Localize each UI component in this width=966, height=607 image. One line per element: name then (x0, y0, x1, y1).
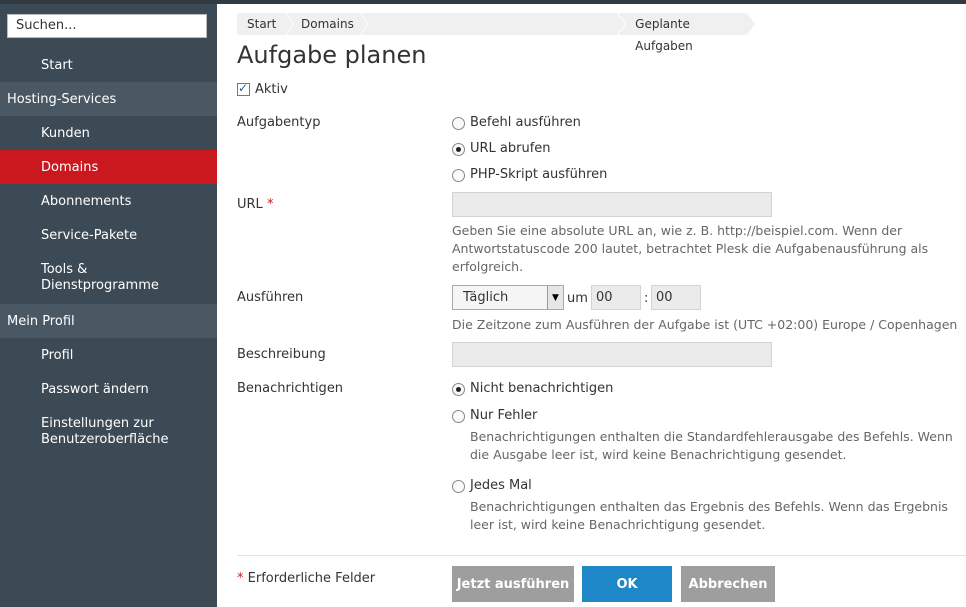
active-label: Aktiv (255, 82, 288, 97)
sidebar-item-label: Passwort ändern (41, 381, 149, 397)
sidebar-item-kunden[interactable]: Kunden (0, 116, 217, 150)
divider (237, 555, 966, 556)
required-fields-text: Erforderliche Felder (247, 571, 376, 586)
required-mark: * (266, 197, 274, 212)
sidebar-item-domains[interactable]: Domains (0, 150, 217, 184)
breadcrumb-domains[interactable]: Domains (287, 13, 369, 35)
page-title: Aufgabe planen (237, 41, 427, 69)
breadcrumb-scheduled-tasks[interactable]: Geplante Aufgaben (619, 13, 756, 53)
sidebar-nav: Start Hosting-Services Kunden Domains Ab… (0, 48, 217, 458)
ok-button[interactable]: OK (582, 566, 672, 602)
sidebar-item-label: Einstellungen zur Benutzeroberfläche (41, 416, 169, 447)
breadcrumb-start[interactable]: Start (237, 13, 294, 35)
notify-errors-radio[interactable] (452, 410, 465, 423)
frequency-value: Täglich (463, 290, 509, 305)
notify-always-hint: Benachrichtigungen enthalten das Ergebni… (470, 499, 948, 532)
sidebar-section-hosting: Hosting-Services (0, 82, 217, 116)
notify-errors-hint: Benachrichtigungen enthalten die Standar… (470, 429, 953, 462)
sidebar-item-passwort[interactable]: Passwort ändern (0, 372, 217, 406)
description-input[interactable] (452, 342, 772, 367)
main-content: Start Domains Geplante Aufgaben Aufgabe … (217, 4, 966, 607)
sidebar-item-label: Service-Pakete (41, 227, 138, 243)
required-fields-note: * Erforderliche Felder (237, 571, 375, 586)
notify-errors-label: Nur Fehler (470, 408, 538, 423)
sidebar-item-label: Tools & Dienstprogramme (41, 262, 159, 293)
sidebar-item-start[interactable]: Start (0, 48, 217, 82)
sidebar-item-ui-settings[interactable]: Einstellungen zur Benutzeroberfläche (0, 406, 217, 458)
breadcrumb: Start Domains Geplante Aufgaben (237, 13, 756, 53)
breadcrumb-domain-placeholder[interactable] (362, 13, 627, 35)
minute-input[interactable]: 00 (651, 285, 701, 310)
at-label: um (567, 291, 588, 306)
task-type-command-radio[interactable] (452, 117, 465, 130)
cancel-button[interactable]: Abbrechen (681, 566, 775, 602)
sidebar-item-service-pakete[interactable]: Service-Pakete (0, 218, 217, 252)
sidebar-item-abonnements[interactable]: Abonnements (0, 184, 217, 218)
sidebar: Suchen... Start Hosting-Services Kunden … (0, 4, 217, 607)
required-mark: * (237, 571, 244, 586)
task-type-php-label: PHP-Skript ausführen (470, 167, 608, 182)
sidebar-section-profile: Mein Profil (0, 304, 217, 338)
sidebar-item-profil[interactable]: Profil (0, 338, 217, 372)
sidebar-item-tools[interactable]: Tools & Dienstprogramme (0, 252, 217, 304)
sidebar-section-title: Mein Profil (7, 313, 75, 329)
timezone-hint: Die Zeitzone zum Ausführen der Aufgabe i… (452, 317, 958, 332)
url-hint: Geben Sie eine absolute URL an, wie z. B… (452, 223, 929, 274)
run-now-button[interactable]: Jetzt ausführen (452, 566, 574, 602)
sidebar-item-label: Kunden (41, 125, 90, 141)
notify-always-radio[interactable] (452, 480, 465, 493)
notify-always-label: Jedes Mal (470, 478, 532, 493)
search-input[interactable]: Suchen... (7, 14, 207, 38)
sidebar-section-title: Hosting-Services (7, 91, 117, 107)
frequency-select[interactable]: Täglich ▼ (452, 285, 564, 310)
task-type-php-radio[interactable] (452, 169, 465, 182)
notify-never-radio[interactable] (452, 383, 465, 396)
task-type-url-label: URL abrufen (470, 141, 551, 156)
url-label-text: URL (237, 197, 263, 212)
task-type-label: Aufgabentyp (237, 115, 321, 130)
notify-label: Benachrichtigen (237, 381, 344, 396)
hour-input[interactable]: 00 (591, 285, 641, 310)
task-type-command-label: Befehl ausführen (470, 115, 581, 130)
sidebar-item-label: Abonnements (41, 193, 132, 209)
url-input[interactable] (452, 192, 772, 217)
sidebar-item-label: Profil (41, 347, 74, 363)
sidebar-item-label: Start (41, 57, 73, 73)
sidebar-item-label: Domains (41, 159, 99, 175)
run-label: Ausführen (237, 290, 304, 305)
time-separator: : (644, 291, 649, 306)
description-label: Beschreibung (237, 347, 326, 362)
url-label: URL * (237, 197, 273, 212)
notify-never-label: Nicht benachrichtigen (470, 381, 614, 396)
chevron-down-icon[interactable]: ▼ (547, 286, 563, 309)
task-type-url-radio[interactable] (452, 143, 465, 156)
active-checkbox[interactable] (237, 81, 250, 96)
